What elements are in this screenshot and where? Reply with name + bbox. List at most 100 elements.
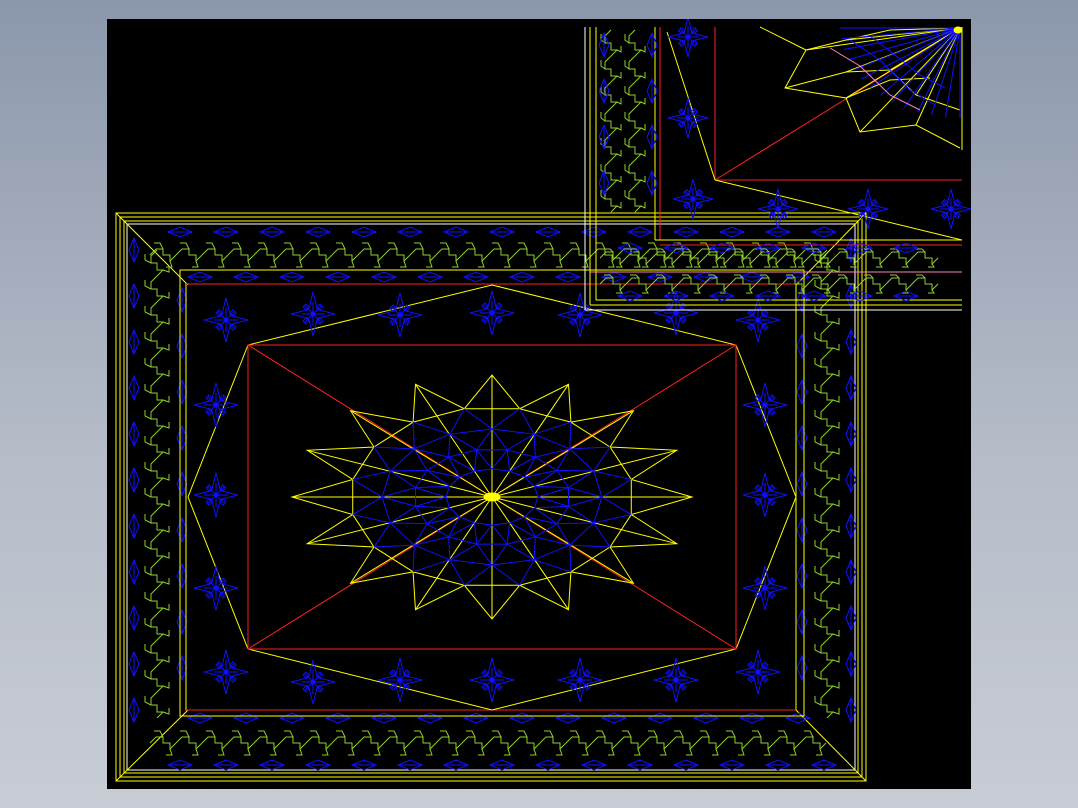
rosette-web xyxy=(491,564,520,586)
fret-segment xyxy=(227,736,255,751)
fret-segment xyxy=(628,159,643,187)
fret-segment xyxy=(833,251,861,266)
rosette-web xyxy=(568,496,603,507)
fret-segment xyxy=(816,748,823,756)
star-ornament xyxy=(203,297,249,343)
fret-segment xyxy=(832,708,840,715)
fret-segment xyxy=(773,248,801,263)
fret-segment xyxy=(150,431,165,459)
rosette-ray xyxy=(350,496,493,584)
fret-segment xyxy=(150,353,165,381)
rosette-web xyxy=(569,544,611,548)
fret-segment xyxy=(150,587,165,615)
fret-segment xyxy=(144,280,152,290)
fret-segment xyxy=(144,410,152,420)
fret-segment xyxy=(150,301,165,329)
rosette-web xyxy=(601,496,632,515)
fret-segment xyxy=(162,370,170,377)
fret-segment xyxy=(192,260,199,268)
fret-segment xyxy=(513,248,541,263)
fret-segment xyxy=(640,202,646,209)
fret-segment xyxy=(859,277,887,292)
fret-segment xyxy=(814,410,822,420)
fret-segment xyxy=(885,251,913,266)
rosette-web xyxy=(556,469,594,472)
rosette-web xyxy=(506,433,535,451)
fret-segment xyxy=(686,260,693,268)
rosette-web xyxy=(415,485,450,489)
fret-segment xyxy=(820,509,835,537)
fret-segment xyxy=(643,736,671,751)
fret-segment xyxy=(466,730,476,738)
fret-segment xyxy=(660,260,667,268)
fret-segment xyxy=(362,242,372,250)
fret-segment xyxy=(409,736,437,751)
fret-segment xyxy=(544,242,554,250)
fret-segment xyxy=(310,730,320,738)
fret-segment xyxy=(144,436,152,446)
fret-segment xyxy=(322,748,329,756)
fret-segment xyxy=(388,242,398,250)
fret-segment xyxy=(388,730,398,738)
rosette-web xyxy=(476,543,493,566)
rosette-web xyxy=(352,514,391,524)
fret-segment xyxy=(414,730,424,738)
fret-segment xyxy=(162,708,170,715)
fret-segment xyxy=(686,748,693,756)
fret-segment xyxy=(738,260,745,268)
fret-segment xyxy=(628,133,643,161)
rosette-petal-base xyxy=(609,514,632,548)
fret-segment xyxy=(820,587,835,615)
fret-segment xyxy=(712,748,719,756)
cad-canvas[interactable] xyxy=(107,19,971,789)
fret-segment xyxy=(660,748,667,756)
fret-segment xyxy=(617,736,645,751)
rosette-web xyxy=(449,408,465,435)
fret-segment xyxy=(651,251,679,266)
rosette-web xyxy=(533,434,536,458)
fret-segment xyxy=(700,242,710,250)
fret-segment xyxy=(628,185,643,213)
fret-segment xyxy=(414,242,424,250)
fret-segment xyxy=(322,260,329,268)
rosette-web xyxy=(381,496,416,507)
fret-segment xyxy=(336,730,346,738)
fret-segment xyxy=(604,29,619,57)
center-rosette xyxy=(290,374,694,620)
fret-segment xyxy=(608,748,615,756)
fret-band xyxy=(624,29,646,213)
star-ornament xyxy=(193,565,239,611)
fret-segment xyxy=(669,736,697,751)
fret-segment xyxy=(232,242,242,250)
fret-segment xyxy=(642,289,649,294)
fret-segment xyxy=(814,644,822,654)
fret-segment xyxy=(440,730,450,738)
rosette-ray xyxy=(307,449,493,498)
fret-segment xyxy=(279,248,307,263)
fret-segment xyxy=(305,736,333,751)
fret-segment xyxy=(218,748,225,756)
fret-segment xyxy=(162,526,170,533)
fret-segment xyxy=(634,260,641,268)
fret-segment xyxy=(648,242,658,250)
star-ornament xyxy=(742,382,788,428)
fret-segment xyxy=(604,185,619,213)
rosette-web xyxy=(390,522,428,525)
rosette-web xyxy=(464,564,493,586)
fret-segment xyxy=(492,242,502,250)
fret-segment xyxy=(150,275,165,303)
fret-segment xyxy=(227,248,255,263)
fret-segment xyxy=(150,509,165,537)
rosette-web xyxy=(537,496,569,507)
rosette-web xyxy=(491,428,508,451)
fret-segment xyxy=(144,384,152,394)
fret-segment xyxy=(624,34,630,44)
fret-segment xyxy=(928,263,935,268)
fret-segment xyxy=(832,370,840,377)
fret-segment xyxy=(876,263,883,268)
fret-segment xyxy=(150,613,165,641)
fret-segment xyxy=(565,248,593,263)
fret-segment xyxy=(144,332,152,342)
rosette-web xyxy=(491,449,508,470)
fret-segment xyxy=(175,248,203,263)
